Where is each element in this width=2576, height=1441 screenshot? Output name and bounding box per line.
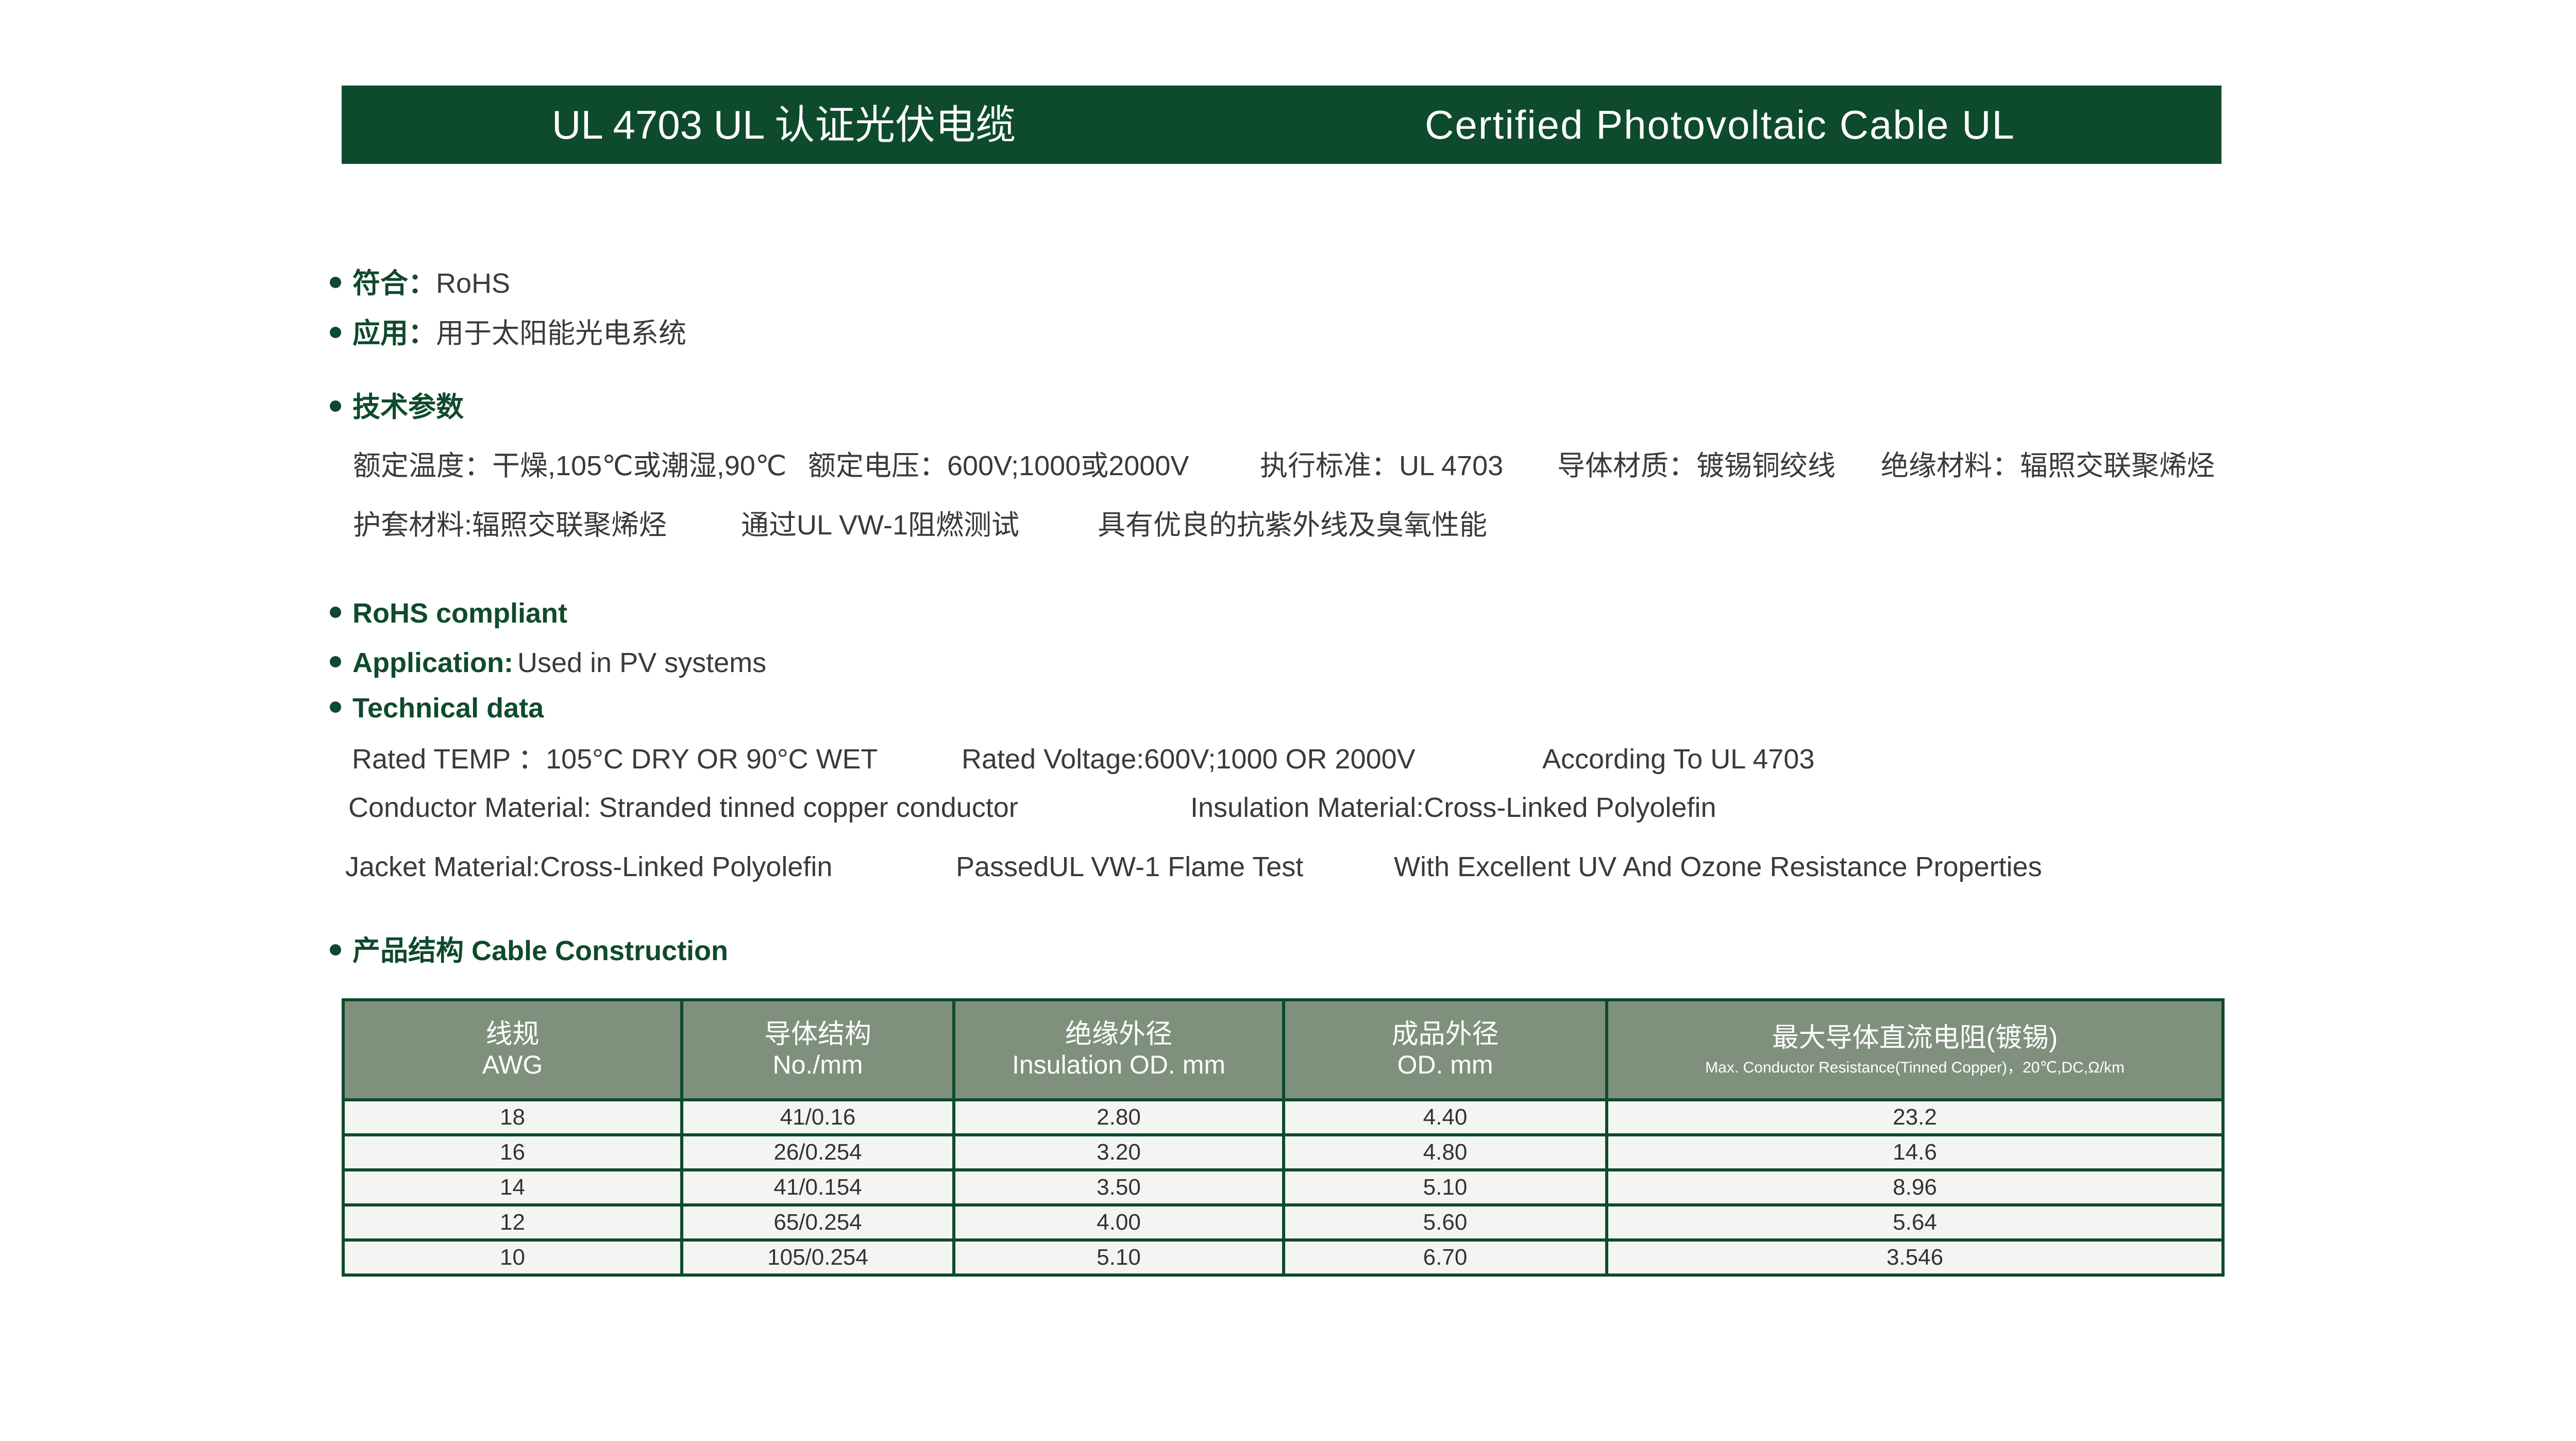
cell-awg: 10	[342, 1238, 683, 1277]
cn-apply-value: 用于太阳能光电系统	[436, 318, 686, 349]
bullet-dot-icon	[330, 606, 341, 618]
cell-resistance: 14.6	[1605, 1133, 2225, 1171]
cn-tech-standard: 执行标准：UL 4703	[1260, 450, 1504, 481]
cell-awg: 12	[342, 1203, 683, 1242]
bullet-dot-icon	[330, 656, 341, 667]
bullet-dot-icon	[330, 276, 341, 288]
cell-awg: 16	[342, 1133, 683, 1171]
cell-resistance: 23.2	[1605, 1098, 2225, 1136]
cell-conductor: 26/0.254	[680, 1133, 955, 1171]
cell-conductor: 41/0.16	[680, 1098, 955, 1136]
col-header-awg: 线规 AWG	[342, 998, 683, 1101]
en-tech-temp: Rated TEMP ：105°C DRY OR 90°C WET	[352, 744, 878, 775]
table-row: 10 105/0.254 5.10 6.70 3.546	[342, 1238, 2225, 1277]
cn-comply-label: 符合：	[352, 268, 436, 299]
en-tech-insulation: Insulation Material:Cross-Linked Polyole…	[1190, 792, 1716, 823]
cn-tech-voltage: 额定电压：600V;1000或2000V	[808, 450, 1189, 481]
en-rohs-row: RoHS compliant	[330, 599, 567, 627]
construction-heading-row: 产品结构 Cable Construction	[330, 937, 728, 965]
cell-conductor: 41/0.154	[680, 1168, 955, 1207]
en-apply-value: Used in PV systems	[517, 647, 767, 678]
cn-tech-jacket: 护套材料:辐照交联聚烯烃	[353, 510, 667, 541]
cell-conductor: 65/0.254	[680, 1203, 955, 1242]
cell-insulation-od: 2.80	[952, 1098, 1285, 1136]
cn-tech-flame: 通过UL VW-1阻燃测试	[741, 510, 1020, 541]
col-header-conductor: 导体结构 No./mm	[680, 998, 955, 1101]
col-header-insulation-od: 绝缘外径 Insulation OD. mm	[952, 998, 1285, 1101]
cell-od: 5.60	[1282, 1203, 1608, 1242]
bullet-dot-icon	[330, 326, 341, 338]
cell-awg: 18	[342, 1098, 683, 1136]
en-tech-voltage: Rated Voltage:600V;1000 OR 2000V	[962, 744, 1416, 775]
table-row: 14 41/0.154 3.50 5.10 8.96	[342, 1168, 2225, 1207]
cell-resistance: 5.64	[1605, 1203, 2225, 1242]
cell-od: 4.40	[1282, 1098, 1608, 1136]
cell-resistance: 8.96	[1605, 1168, 2225, 1207]
cell-awg: 14	[342, 1168, 683, 1207]
en-apply-row: Application: Used in PV systems	[330, 649, 766, 677]
cell-resistance: 3.546	[1605, 1238, 2225, 1277]
cn-apply-label: 应用：	[352, 318, 436, 349]
cell-insulation-od: 5.10	[952, 1238, 1285, 1277]
cell-insulation-od: 3.20	[952, 1133, 1285, 1171]
table-row: 18 41/0.16 2.80 4.40 23.2	[342, 1098, 2225, 1136]
cn-tech-conductor: 导体材质：镀锡铜绞线	[1557, 450, 1836, 481]
en-rohs-label: RoHS compliant	[352, 598, 568, 629]
cn-tech-heading: 技术参数	[330, 393, 464, 421]
cn-tech-temp: 额定温度：干燥,105℃或潮湿,90℃	[353, 450, 787, 481]
cn-comply-value: RoHS	[436, 268, 511, 299]
table-row: 12 65/0.254 4.00 5.60 5.64	[342, 1203, 2225, 1242]
en-tech-heading: Technical data	[330, 694, 544, 722]
col-header-resistance: 最大导体直流电阻(镀锡) Max. Conductor Resistance(T…	[1605, 998, 2225, 1101]
en-tech-conductor: Conductor Material: Stranded tinned copp…	[348, 792, 1018, 823]
cell-insulation-od: 4.00	[952, 1203, 1285, 1242]
bullet-dot-icon	[330, 400, 341, 412]
table-header-row: 线规 AWG 导体结构 No./mm 绝缘外径 Insulation OD. m…	[342, 998, 2225, 1101]
banner-title-cn: UL 4703 UL 认证光伏电缆	[552, 102, 1016, 147]
cell-od: 6.70	[1282, 1238, 1608, 1277]
table-row: 16 26/0.254 3.20 4.80 14.6	[342, 1133, 2225, 1171]
cn-tech-uv: 具有优良的抗紫外线及臭氧性能	[1098, 510, 1487, 541]
en-tech-label: Technical data	[352, 693, 544, 724]
en-tech-standard: According To UL 4703	[1542, 744, 1815, 775]
en-tech-uv: With Excellent UV And Ozone Resistance P…	[1394, 851, 2042, 882]
en-tech-flame: PassedUL VW-1 Flame Test	[956, 851, 1304, 882]
title-banner: UL 4703 UL 认证光伏电缆 Certified Photovoltaic…	[342, 86, 2221, 164]
construction-heading: 产品结构 Cable Construction	[352, 935, 729, 966]
bullet-dot-icon	[330, 944, 341, 956]
en-tech-jacket: Jacket Material:Cross-Linked Polyolefin	[345, 851, 833, 882]
cable-construction-table: 线规 AWG 导体结构 No./mm 绝缘外径 Insulation OD. m…	[342, 998, 2225, 1277]
cn-apply-row: 应用：用于太阳能光电系统	[330, 320, 686, 347]
cn-comply-row: 符合：RoHS	[330, 270, 510, 297]
bullet-dot-icon	[330, 701, 341, 713]
cell-od: 4.80	[1282, 1133, 1608, 1171]
banner-title-en: Certified Photovoltaic Cable UL	[1425, 102, 2015, 147]
cell-conductor: 105/0.254	[680, 1238, 955, 1277]
cell-insulation-od: 3.50	[952, 1168, 1285, 1207]
cell-od: 5.10	[1282, 1168, 1608, 1207]
cn-tech-label: 技术参数	[352, 392, 464, 423]
en-apply-label: Application:	[352, 647, 513, 678]
col-header-od: 成品外径 OD. mm	[1282, 998, 1608, 1101]
cn-tech-insulation: 绝缘材料：辐照交联聚烯烃	[1881, 450, 2215, 481]
